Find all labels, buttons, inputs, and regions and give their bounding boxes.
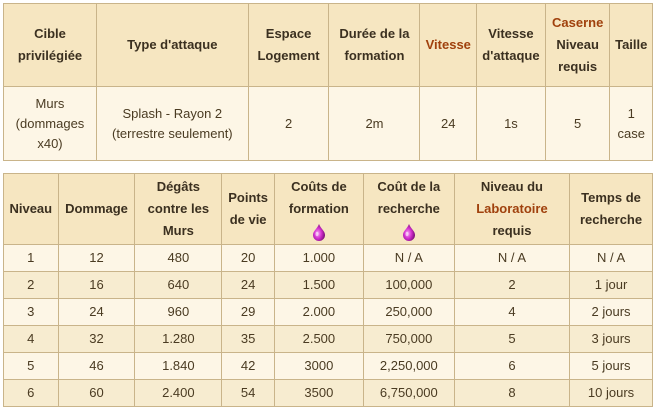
header-hitpoints: Points de vie: [221, 173, 275, 245]
table-row: 3 24 960 29 2.000 250,000 4 2 jours: [3, 298, 653, 326]
cell-hp: 24: [221, 271, 275, 299]
table-row: 6 60 2.400 54 3500 6,750,000 8 10 jours: [3, 379, 653, 407]
cell-level: 1: [3, 244, 59, 272]
cell-lab: N / A: [453, 244, 571, 272]
barracks-link[interactable]: Caserne: [548, 12, 608, 34]
header-research-time: Temps de recherche: [569, 173, 653, 245]
training-cost-label: Coûts de formation: [288, 179, 349, 216]
cell-research: 2,250,000: [362, 352, 455, 380]
cell-damage: 12: [57, 244, 136, 272]
header-wall-damage: Dégâts contre les Murs: [134, 173, 223, 245]
cell-hp: 20: [221, 244, 275, 272]
cell-time: 3 jours: [569, 325, 653, 353]
unit-stats-table: Cible privilégiée Type d'attaque Espace …: [3, 3, 653, 161]
cell-train: 3000: [273, 352, 364, 380]
cell-speed: 24: [419, 86, 478, 161]
cell-wall: 1.280: [134, 325, 223, 353]
cell-train: 1.000: [273, 244, 364, 272]
cell-level: 2: [3, 271, 59, 299]
cell-damage: 60: [57, 379, 136, 407]
lab-level-pre: Niveau du: [480, 179, 543, 194]
cell-level: 4: [3, 325, 59, 353]
cell-lab: 5: [453, 325, 571, 353]
header-level: Niveau: [3, 173, 59, 245]
cell-barracks-level: 5: [544, 86, 611, 161]
cell-time: 2 jours: [569, 298, 653, 326]
header-attack-speed: Vitesse d'attaque: [476, 3, 546, 87]
cell-wall: 2.400: [134, 379, 223, 407]
cell-research: 6,750,000: [362, 379, 455, 407]
header-training-time: Durée de la formation: [328, 3, 421, 87]
cell-hp: 29: [221, 298, 275, 326]
table-row: 1 12 480 20 1.000 N / AN / AN / A: [3, 244, 653, 272]
cell-level: 3: [3, 298, 59, 326]
table-row: 2 16 640 24 1.500 100,000 2 1 jour: [3, 271, 653, 299]
header-housing: Espace Logement: [247, 3, 330, 87]
header-lab-level: Niveau du Laboratoire requis: [453, 173, 571, 245]
cell-damage: 24: [57, 298, 136, 326]
cell-hp: 35: [221, 325, 275, 353]
cell-research: 100,000: [362, 271, 455, 299]
elixir-drop-icon: [402, 223, 415, 241]
cell-level: 5: [3, 352, 59, 380]
header-research-cost: Coût de la recherche: [362, 173, 455, 245]
cell-housing: 2: [247, 86, 330, 161]
elixir-drop-icon: [312, 223, 325, 241]
header-attack-type: Type d'attaque: [96, 3, 249, 87]
cell-wall: 480: [134, 244, 223, 272]
cell-hp: 54: [221, 379, 275, 407]
cell-wall: 1.840: [134, 352, 223, 380]
header-damage: Dommage: [57, 173, 136, 245]
cell-time: 1 jour: [569, 271, 653, 299]
cell-research: 750,000: [362, 325, 455, 353]
cell-level: 6: [3, 379, 59, 407]
cell-lab: 8: [453, 379, 571, 407]
cell-size: 1 case: [609, 86, 653, 161]
header-speed-link[interactable]: Vitesse: [419, 3, 478, 87]
cell-research: 250,000: [362, 298, 455, 326]
table-row: 5 46 1.840 42 3000 2,250,000 6 5 jours: [3, 352, 653, 380]
cell-wall: 960: [134, 298, 223, 326]
header-target: Cible privilégiée: [3, 3, 97, 87]
cell-train: 2.500: [273, 325, 364, 353]
cell-time: 10 jours: [569, 379, 653, 407]
cell-lab: 4: [453, 298, 571, 326]
cell-attack-speed: 1s: [476, 86, 546, 161]
cell-lab: 2: [453, 271, 571, 299]
header-size: Taille: [609, 3, 653, 87]
cell-attack-type: Splash - Rayon 2 (terrestre seulement): [96, 86, 249, 161]
cell-hp: 42: [221, 352, 275, 380]
header-training-cost: Coûts de formation: [273, 173, 364, 245]
cell-damage: 46: [57, 352, 136, 380]
cell-time: 5 jours: [569, 352, 653, 380]
cell-target: Murs (dommages x40): [3, 86, 97, 161]
cell-train: 1.500: [273, 271, 364, 299]
cell-train: 3500: [273, 379, 364, 407]
cell-damage: 32: [57, 325, 136, 353]
cell-damage: 16: [57, 271, 136, 299]
cell-wall: 640: [134, 271, 223, 299]
lab-level-post: requis: [492, 223, 532, 238]
table-row: 4 32 1.280 35 2.500 750,000 5 3 jours: [3, 325, 653, 353]
level-stats-table: Niveau Dommage Dégâts contre les Murs Po…: [3, 173, 653, 407]
cell-research: N / A: [362, 244, 455, 272]
cell-time: N / A: [569, 244, 653, 272]
header-barracks-level: Caserne Niveau requis: [544, 3, 611, 87]
cell-lab: 6: [453, 352, 571, 380]
cell-train: 2.000: [273, 298, 364, 326]
cell-training-time: 2m: [328, 86, 421, 161]
laboratory-link[interactable]: Laboratoire: [457, 198, 567, 220]
research-cost-label: Coût de la recherche: [377, 179, 441, 216]
barracks-level-label: Niveau requis: [556, 37, 599, 74]
